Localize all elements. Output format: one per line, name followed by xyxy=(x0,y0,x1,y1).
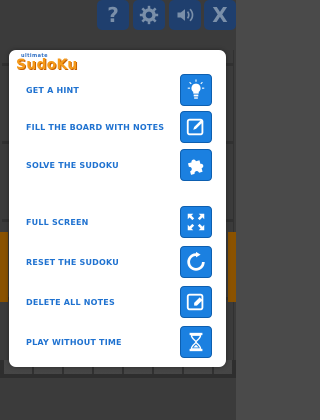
logo-title: SudoKu xyxy=(16,57,78,73)
menu-item-label: DELETE ALL NOTES xyxy=(26,297,115,307)
menu-item-label: FULL SCREEN xyxy=(26,217,89,227)
menu-item-full-screen[interactable]: FULL SCREEN xyxy=(9,206,226,238)
menu-item-label: GET A HINT xyxy=(26,85,80,95)
puzzle-piece-icon xyxy=(187,159,204,175)
hint-button[interactable] xyxy=(180,74,212,106)
side-decoration-right xyxy=(228,232,236,302)
help-button[interactable]: ? xyxy=(97,0,129,30)
menu-item-get-hint[interactable]: GET A HINT xyxy=(9,74,226,106)
fullscreen-icon xyxy=(187,213,205,231)
close-icon: X xyxy=(212,3,228,27)
settings-button[interactable] xyxy=(133,0,165,30)
full-screen-button[interactable] xyxy=(180,206,212,238)
speaker-icon xyxy=(177,8,194,22)
gear-icon xyxy=(139,5,159,25)
menu-item-play-without-time[interactable]: PLAY WITHOUT TIME xyxy=(9,326,226,358)
menu-item-label: SOLVE THE SUDOKU xyxy=(26,160,119,170)
play-without-time-button[interactable] xyxy=(180,326,212,358)
sound-button[interactable] xyxy=(169,0,201,30)
help-icon: ? xyxy=(107,3,119,27)
delete-notes-button[interactable] xyxy=(180,286,212,318)
menu-item-label: PLAY WITHOUT TIME xyxy=(26,337,122,347)
eraser-icon xyxy=(186,293,204,311)
menu-item-solve[interactable]: SOLVE THE SUDOKU xyxy=(9,149,226,181)
solve-button[interactable] xyxy=(180,149,212,181)
close-button[interactable]: X xyxy=(204,0,236,30)
menu-item-label: FILL THE BOARD WITH NOTES xyxy=(26,122,165,132)
menu-item-label: RESET THE SUDOKU xyxy=(26,257,119,267)
hourglass-icon xyxy=(189,332,203,352)
side-decoration-left xyxy=(0,232,8,302)
lightbulb-icon xyxy=(187,79,205,99)
menu-item-delete-notes[interactable]: DELETE ALL NOTES xyxy=(9,286,226,318)
menu-item-reset[interactable]: RESET THE SUDOKU xyxy=(9,246,226,278)
app-logo: ultimate SudoKu xyxy=(16,53,78,75)
menu-item-fill-notes[interactable]: FILL THE BOARD WITH NOTES xyxy=(9,111,226,143)
options-menu-panel: ultimate SudoKu GET A HINT FILL THE BOAR… xyxy=(9,50,226,367)
reset-button[interactable] xyxy=(180,246,212,278)
pencil-note-icon xyxy=(186,118,204,136)
fill-notes-button[interactable] xyxy=(180,111,212,143)
reset-icon xyxy=(187,251,205,271)
